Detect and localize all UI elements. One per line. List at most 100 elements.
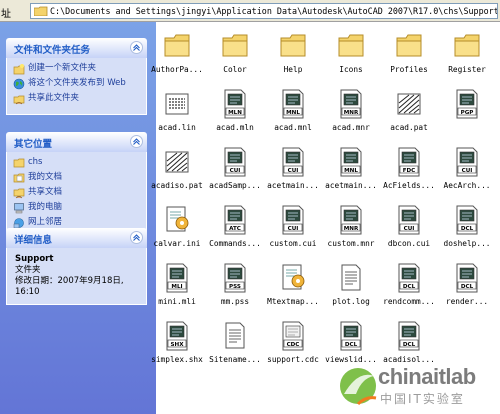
file-name: custom.cui — [269, 239, 317, 248]
detail-type: 文件夹 — [15, 265, 41, 275]
place-shared-documents[interactable]: 共享文档 — [7, 187, 146, 200]
svg-text:PSS: PSS — [229, 284, 241, 290]
task-new-folder[interactable]: 创建一个新文件夹 — [7, 63, 146, 76]
panel-header[interactable]: 其它位置 — [6, 132, 147, 152]
watermark-subtitle: 中国IT实验室 — [380, 392, 465, 406]
pat-file-icon — [397, 93, 421, 115]
task-label: 共享此文件夹 — [28, 93, 80, 103]
folder-icon — [454, 34, 480, 57]
collapse-chevron-icon[interactable] — [130, 41, 143, 54]
folder-item[interactable]: Color — [206, 30, 264, 74]
cui-file-icon: CUI — [224, 147, 246, 177]
folder-item[interactable]: AuthorPa... — [148, 30, 206, 74]
svg-text:CUI: CUI — [462, 168, 473, 174]
file-name: Help — [283, 65, 303, 74]
task-publish-web[interactable]: 将这个文件夹发布到 Web — [7, 78, 146, 91]
folder-icon — [338, 34, 364, 57]
file-item[interactable]: DCL doshelp... — [438, 204, 496, 248]
svg-text:FDC: FDC — [403, 168, 416, 174]
collapse-chevron-icon[interactable] — [130, 135, 143, 148]
panel-body: 创建一个新文件夹 将这个文件夹发布到 Web 共享此文件夹 — [6, 58, 147, 115]
ini-file-icon — [282, 264, 305, 290]
detail-modified-date: 2007年9月18日, — [57, 276, 124, 286]
file-item[interactable]: MNR acad.mnr — [322, 88, 380, 132]
file-item[interactable]: DCL render... — [438, 262, 496, 306]
panel-title: 文件和文件夹任务 — [14, 45, 91, 56]
mnl-file-icon: MNL — [340, 147, 362, 177]
cui-file-icon: CUI — [282, 205, 304, 235]
ini-file-icon — [166, 206, 189, 232]
file-item[interactable]: CUI AecArch... — [438, 146, 496, 190]
file-name: acad.mnl — [274, 123, 312, 132]
file-item[interactable]: MLN acad.mln — [206, 88, 264, 132]
file-item[interactable]: PGP — [438, 88, 496, 123]
mnr-file-icon: MNR — [340, 89, 362, 119]
pat-file-icon — [165, 151, 189, 173]
folder-item[interactable]: Help — [264, 30, 322, 74]
folder-icon — [396, 34, 422, 57]
file-item[interactable]: Mtextmap... — [264, 262, 322, 306]
collapse-chevron-icon[interactable] — [130, 231, 143, 244]
file-view: AuthorPa... Color Help Icons Profiles Registe… — [151, 22, 500, 414]
watermark: chinaitlab 中国IT实验室 — [336, 360, 496, 412]
my-documents-icon — [13, 173, 25, 183]
file-item[interactable]: Sitename... — [206, 320, 264, 364]
file-name: Register — [448, 65, 486, 74]
watermark-text: chinaitlab — [378, 364, 476, 389]
folder-icon — [164, 34, 190, 57]
place-label: 我的电脑 — [28, 202, 63, 212]
file-item[interactable]: DCL rendcomm... — [380, 262, 438, 306]
file-item[interactable]: MNL acetmain... — [322, 146, 380, 190]
svg-text:MNR: MNR — [344, 110, 359, 116]
place-my-documents[interactable]: 我的文档 — [7, 172, 146, 185]
place-my-computer[interactable]: 我的电脑 — [7, 202, 146, 215]
file-item[interactable]: MNL acad.mnl — [264, 88, 322, 132]
file-item[interactable]: plot.log — [322, 262, 380, 306]
file-item[interactable]: acad.pat — [380, 88, 438, 132]
panel-header[interactable]: 文件和文件夹任务 — [6, 38, 147, 58]
folder-item[interactable]: Register — [438, 30, 496, 74]
place-label: 共享文档 — [28, 187, 63, 197]
svg-text:DCL: DCL — [403, 342, 416, 348]
task-share-folder[interactable]: 共享此文件夹 — [7, 93, 146, 106]
file-item[interactable]: CUI custom.cui — [264, 204, 322, 248]
folder-icon — [13, 158, 25, 168]
file-folder-tasks-panel: 文件和文件夹任务 创建一个新文件夹 将这个文件夹发布到 Web 共享此文件夹 — [6, 38, 147, 115]
folder-icon — [280, 34, 306, 57]
file-item[interactable]: DCL acadisol... — [380, 320, 438, 364]
svg-text:MLI: MLI — [171, 284, 182, 290]
svg-text:PGP: PGP — [461, 110, 474, 116]
file-name: calvar.ini — [153, 239, 201, 248]
file-item[interactable]: CUI acetmain... — [264, 146, 322, 190]
detail-modified: 修改日期：2007年9月18日, — [15, 276, 138, 287]
file-item[interactable]: CDC support.cdc — [264, 320, 322, 364]
file-item[interactable]: PSS mm.pss — [206, 262, 264, 306]
panel-header[interactable]: 详细信息 — [6, 228, 147, 248]
cui-file-icon: CUI — [282, 147, 304, 177]
cui-file-icon: CUI — [456, 147, 478, 177]
place-chs[interactable]: chs — [7, 157, 146, 170]
file-item[interactable]: CUI acadSamp... — [206, 146, 264, 190]
place-label: chs — [28, 157, 43, 167]
dcl-file-icon: DCL — [398, 321, 420, 351]
file-item[interactable]: ATC Commands... — [206, 204, 264, 248]
file-item[interactable]: acadiso.pat — [148, 146, 206, 190]
cdc-file-icon: CDC — [282, 321, 304, 351]
file-item[interactable]: calvar.ini — [148, 204, 206, 248]
file-item[interactable]: FDC AcFields... — [380, 146, 438, 190]
file-item[interactable]: DCL viewslid... — [322, 320, 380, 364]
folder-item[interactable]: Icons — [322, 30, 380, 74]
cui-file-icon: CUI — [398, 205, 420, 235]
file-name: Mtextmap... — [267, 297, 319, 306]
file-name: support.cdc — [267, 355, 319, 364]
file-item[interactable]: acad.lin — [148, 88, 206, 132]
watermark-logo-icon — [340, 368, 377, 406]
file-item[interactable]: MLI mini.mli — [148, 262, 206, 306]
task-pane: 文件和文件夹任务 创建一个新文件夹 将这个文件夹发布到 Web 共享此文件夹 其… — [0, 22, 156, 414]
file-item[interactable]: MNR custom.mnr — [322, 204, 380, 248]
svg-text:MLN: MLN — [228, 110, 242, 116]
file-item[interactable]: SHX simplex.shx — [148, 320, 206, 364]
file-item[interactable]: CUI dbcon.cui — [380, 204, 438, 248]
address-input[interactable]: C:\Documents and Settings\jingyi\Applica… — [30, 3, 498, 19]
folder-item[interactable]: Profiles — [380, 30, 438, 74]
